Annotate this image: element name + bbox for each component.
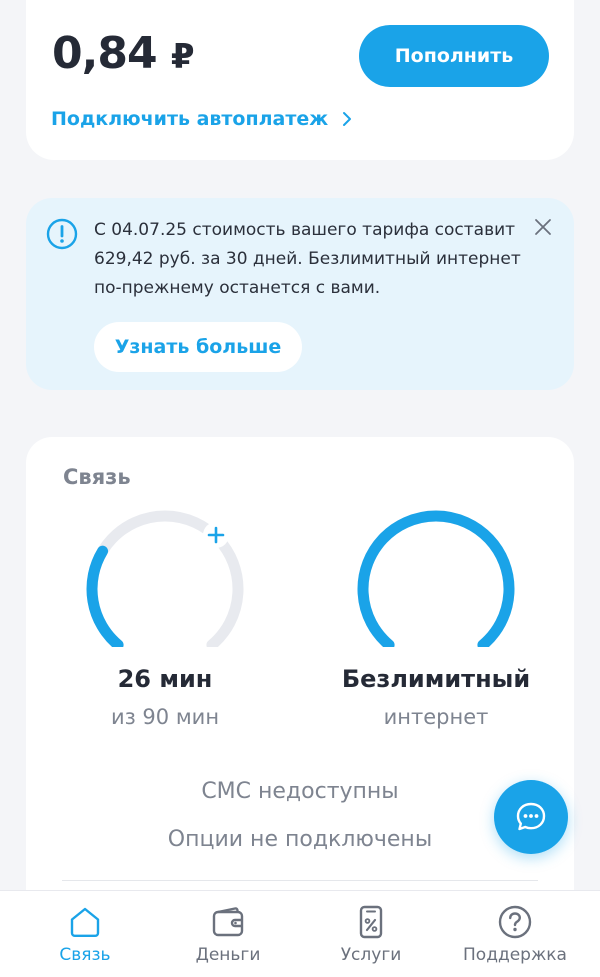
- notice-text: С 04.07.25 стоимость вашего тарифа соста…: [94, 220, 521, 298]
- nav-label: Деньги: [195, 945, 261, 965]
- minutes-gauge-fill: [86, 545, 124, 647]
- balance-value: 0,84: [52, 28, 158, 79]
- chat-icon: [516, 802, 546, 831]
- autopay-label: Подключить автоплатеж: [51, 108, 329, 130]
- wallet-icon: [212, 907, 244, 937]
- nav-label: Услуги: [340, 945, 402, 965]
- learn-more-button[interactable]: Узнать больше: [94, 322, 302, 372]
- internet-gauge[interactable]: [341, 507, 531, 647]
- close-icon[interactable]: [534, 218, 552, 236]
- autopay-link[interactable]: Подключить автоплатеж: [51, 108, 352, 130]
- chevron-right-icon: [343, 112, 352, 126]
- sms-status: СМС недоступны: [201, 779, 399, 804]
- nav-item-money[interactable]: Деньги: [158, 903, 298, 969]
- currency-symbol: ₽: [170, 37, 195, 77]
- home-icon: [70, 907, 100, 937]
- connection-card: Связь 26 мин из 90 мин Безлимитный интер…: [26, 437, 574, 937]
- tariff-notice: С 04.07.25 стоимость вашего тарифа соста…: [26, 198, 574, 390]
- section-title: Связь: [63, 465, 131, 489]
- nav-label: Поддержка: [463, 945, 567, 965]
- services-icon: [359, 905, 383, 939]
- internet-gauge-fill: [357, 510, 515, 647]
- balance-amount: 0,84 ₽: [52, 28, 195, 79]
- balance-card: 0,84 ₽ Пополнить Подключить автоплатеж: [26, 0, 574, 160]
- exclamation-circle-icon: [46, 218, 78, 250]
- options-status: Опции не подключены: [167, 827, 433, 852]
- minutes-total: из 90 мин: [110, 705, 220, 729]
- divider: [62, 880, 538, 881]
- internet-value: Безлимитный: [341, 665, 531, 693]
- internet-label: интернет: [383, 705, 489, 729]
- bottom-nav: Связь Деньги Услуги Поддержка: [0, 890, 600, 977]
- add-minutes-icon[interactable]: [203, 522, 229, 548]
- nav-label: Связь: [59, 945, 111, 965]
- chat-button[interactable]: [494, 780, 568, 854]
- topup-button[interactable]: Пополнить: [359, 25, 549, 87]
- nav-item-support[interactable]: Поддержка: [445, 903, 585, 969]
- nav-item-services[interactable]: Услуги: [301, 903, 441, 969]
- minutes-value: 26 мин: [117, 665, 213, 693]
- minutes-gauge[interactable]: [70, 507, 260, 647]
- help-icon: [498, 905, 532, 939]
- nav-item-connection[interactable]: Связь: [15, 903, 155, 969]
